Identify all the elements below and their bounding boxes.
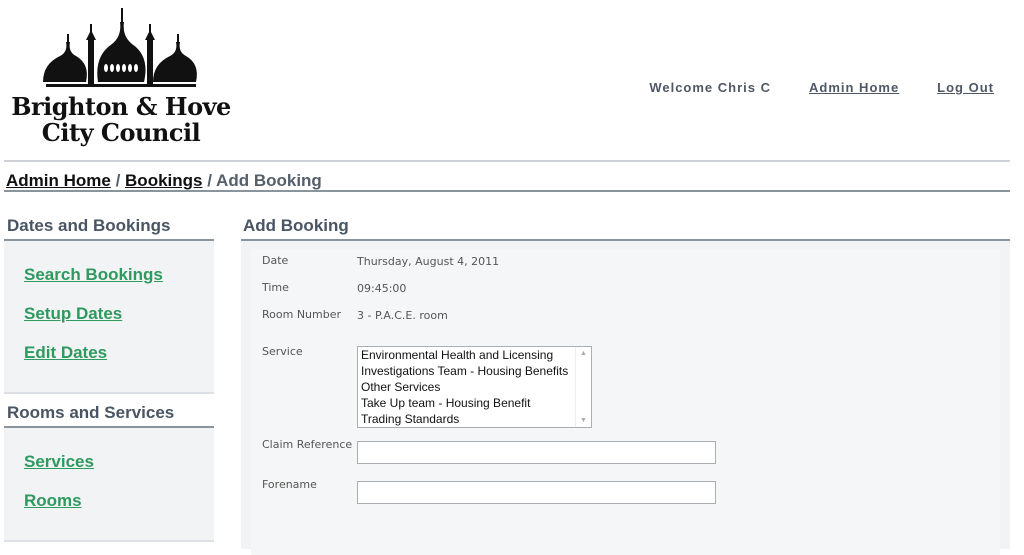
pavilion-domes-icon xyxy=(43,8,197,87)
sidebar-section-title: Dates and Bookings xyxy=(4,214,214,241)
form-panel: Date Thursday, August 4, 2011 Time 09:45… xyxy=(241,241,1010,555)
top-nav: Welcome Chris C Admin Home Log Out xyxy=(649,80,994,95)
claim-reference-input[interactable] xyxy=(357,441,716,464)
sidebar-section-dates: Search Bookings Setup Dates Edit Dates xyxy=(4,241,214,394)
room-value: 3 - P.A.C.E. room xyxy=(357,309,448,322)
scroll-up-icon[interactable]: ▲ xyxy=(580,350,587,357)
service-option[interactable]: Environmental Health and Licensing xyxy=(358,347,591,363)
log-out-link[interactable]: Log Out xyxy=(937,80,994,95)
time-label: Time xyxy=(262,281,289,294)
breadcrumb-bookings[interactable]: Bookings xyxy=(125,171,202,190)
page-title: Add Booking xyxy=(241,214,1010,241)
claim-reference-label: Claim Reference xyxy=(262,438,353,451)
date-row: Date Thursday, August 4, 2011 xyxy=(251,255,1000,282)
sidebar-section-title: Rooms and Services xyxy=(4,401,214,428)
council-logo: Brighton & Hove City Council xyxy=(8,6,231,151)
forename-input[interactable] xyxy=(357,481,716,504)
room-label: Room Number xyxy=(262,308,342,321)
claim-reference-row: Claim Reference xyxy=(251,439,1000,479)
logo-text: Brighton & Hove City Council xyxy=(11,94,231,146)
sidebar-item-services[interactable]: Services xyxy=(24,452,214,472)
header-divider xyxy=(4,160,1010,162)
breadcrumb-current: Add Booking xyxy=(216,171,322,190)
sidebar-item-rooms[interactable]: Rooms xyxy=(24,491,214,511)
add-booking-form: Date Thursday, August 4, 2011 Time 09:45… xyxy=(251,249,1000,555)
service-option[interactable]: Take Up team - Housing Benefit xyxy=(358,395,591,411)
time-row: Time 09:45:00 xyxy=(251,282,1000,309)
breadcrumb-admin-home[interactable]: Admin Home xyxy=(6,171,111,190)
service-option[interactable]: Investigations Team - Housing Benefits xyxy=(358,363,591,379)
forename-row: Forename xyxy=(251,479,1000,504)
breadcrumb-divider xyxy=(4,190,1010,192)
sidebar-section-rooms: Services Rooms xyxy=(4,428,214,542)
service-option[interactable]: Trading Standards xyxy=(358,411,591,427)
date-label: Date xyxy=(262,254,289,267)
service-row: Service Environmental Health and Licensi… xyxy=(251,346,1000,439)
sidebar: Dates and Bookings Search Bookings Setup… xyxy=(4,214,214,549)
forename-label: Forename xyxy=(262,478,317,491)
listbox-scrollbar[interactable]: ▲ ▼ xyxy=(575,347,591,427)
main-content: Add Booking Date Thursday, August 4, 201… xyxy=(241,214,1010,555)
sidebar-item-setup-dates[interactable]: Setup Dates xyxy=(24,304,214,324)
breadcrumb-separator: / xyxy=(115,171,126,190)
welcome-text: Welcome Chris C xyxy=(649,80,771,95)
service-option[interactable]: Other Services xyxy=(358,379,591,395)
time-value: 09:45:00 xyxy=(357,282,407,295)
room-row: Room Number 3 - P.A.C.E. room xyxy=(251,309,1000,346)
service-label: Service xyxy=(262,345,303,358)
logo-line-2: City Council xyxy=(41,118,201,147)
sidebar-item-edit-dates[interactable]: Edit Dates xyxy=(24,343,214,363)
breadcrumb-separator: / xyxy=(207,171,217,190)
sidebar-item-search-bookings[interactable]: Search Bookings xyxy=(24,265,214,285)
breadcrumb: Admin Home / Bookings / Add Booking xyxy=(6,171,322,191)
scroll-down-icon[interactable]: ▼ xyxy=(580,417,587,424)
admin-home-link[interactable]: Admin Home xyxy=(809,80,899,95)
date-value: Thursday, August 4, 2011 xyxy=(357,255,500,268)
logo-line-1: Brighton & Hove xyxy=(11,92,231,121)
service-listbox[interactable]: Environmental Health and Licensing Inves… xyxy=(357,346,592,428)
